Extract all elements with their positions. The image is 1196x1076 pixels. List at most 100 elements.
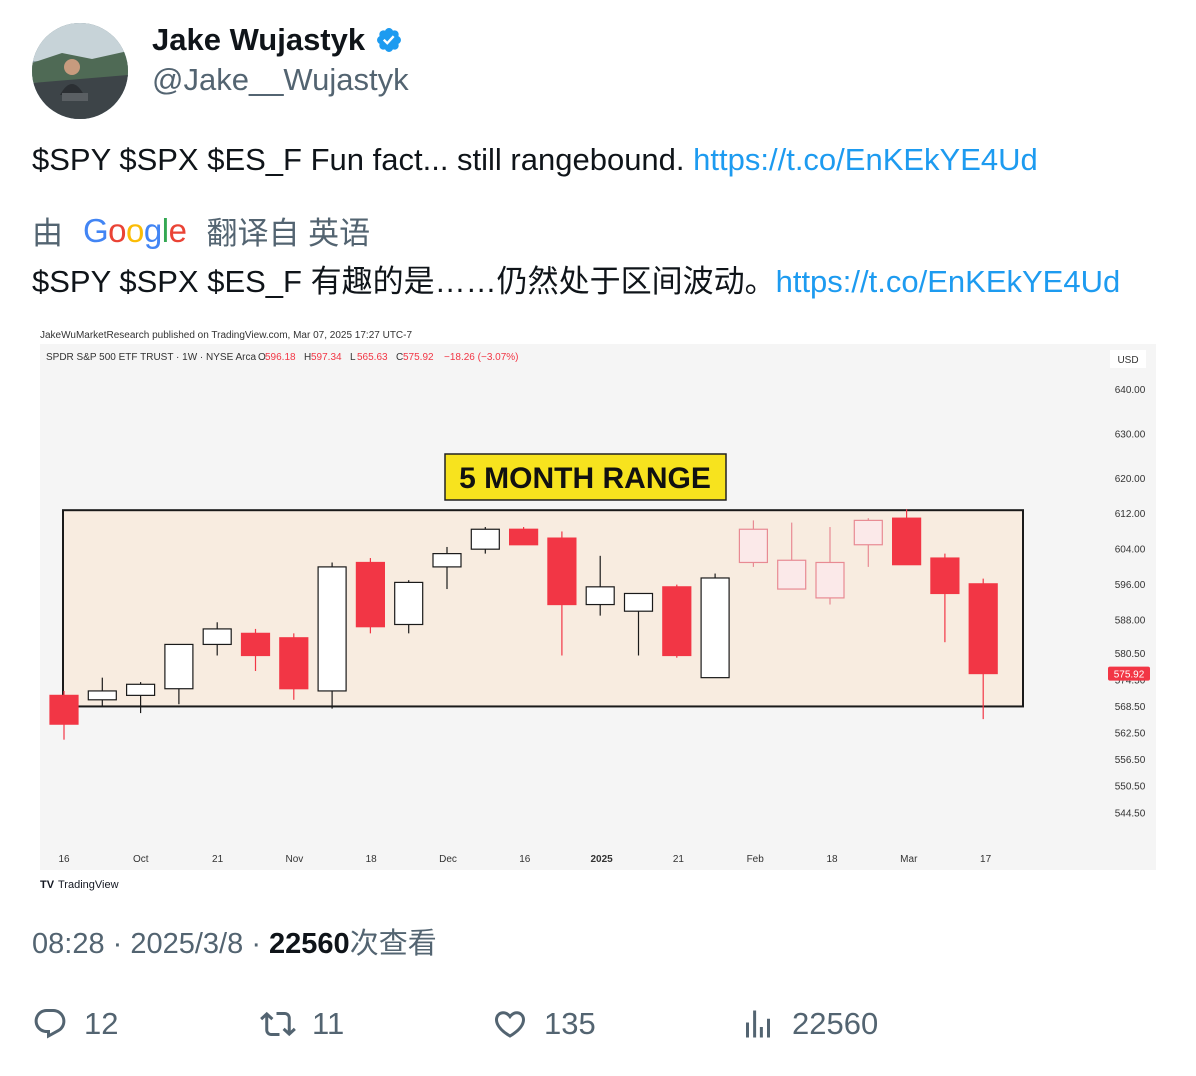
x-tick-label: 16 bbox=[519, 854, 531, 865]
y-tick-label: 630.00 bbox=[1115, 430, 1146, 441]
ohlc-value: 575.92 bbox=[403, 352, 434, 363]
y-tick-label: 596.00 bbox=[1115, 580, 1146, 591]
translation-by-label: 由 bbox=[32, 216, 63, 251]
ohlc-value: 597.34 bbox=[311, 352, 342, 363]
translation-attribution: 由 Google 翻译自 英语 bbox=[32, 208, 370, 253]
meta-sep: · bbox=[112, 928, 131, 960]
meta-sep: · bbox=[251, 928, 270, 960]
ohlc-value: 565.63 bbox=[357, 352, 388, 363]
avatar-image bbox=[32, 23, 128, 119]
tradingview-logo: TV TradingView bbox=[40, 879, 119, 891]
analytics-icon bbox=[746, 1010, 770, 1038]
candle-body bbox=[87, 690, 117, 701]
author-name[interactable]: Jake Wujastyk bbox=[152, 22, 365, 58]
y-tick-label: 568.50 bbox=[1115, 702, 1146, 713]
action-bar: 12 11 135 22560 bbox=[0, 1006, 1196, 1050]
candle-body bbox=[815, 561, 845, 599]
candle-body bbox=[279, 637, 309, 690]
reply-icon bbox=[34, 1009, 66, 1039]
candle-body bbox=[968, 583, 998, 675]
tweet-date[interactable]: 2025/3/8 bbox=[130, 928, 243, 960]
candle-body bbox=[700, 577, 730, 679]
like-count: 135 bbox=[544, 1006, 596, 1041]
candle-body bbox=[394, 581, 424, 626]
ohlc-change: −18.26 (−3.07%) bbox=[444, 352, 519, 363]
annotation-label: 5 MONTH RANGE bbox=[459, 462, 711, 495]
x-tick-label: 21 bbox=[212, 854, 224, 865]
x-tick-label: 21 bbox=[673, 854, 685, 865]
reply-button[interactable]: 12 bbox=[32, 1006, 118, 1042]
ohlc-value: 596.18 bbox=[265, 352, 296, 363]
candle-body bbox=[738, 528, 769, 564]
candle-body bbox=[355, 561, 385, 628]
currency-label: USD bbox=[1117, 355, 1138, 366]
candlestick-chart: JakeWuMarketResearch published on Tradin… bbox=[40, 330, 1156, 891]
retweet-count: 11 bbox=[312, 1006, 345, 1041]
views-count: 22560 bbox=[792, 1006, 879, 1041]
y-tick-label: 556.50 bbox=[1115, 755, 1146, 766]
candle-body bbox=[317, 566, 347, 692]
view-label: 次查看 bbox=[349, 928, 437, 960]
x-tick-label: 18 bbox=[826, 854, 838, 865]
tradingview-brand: TradingView bbox=[58, 879, 119, 891]
x-tick-label: 2025 bbox=[590, 854, 613, 865]
x-tick-label: 16 bbox=[58, 854, 70, 865]
candle-body bbox=[891, 517, 922, 566]
ohlc-key: L bbox=[350, 352, 356, 363]
author-name-row[interactable]: Jake Wujastyk bbox=[152, 22, 403, 58]
candle-body bbox=[509, 528, 539, 546]
candle-body bbox=[470, 528, 500, 550]
translated-body: $SPY $SPX $ES_F 有趣的是……仍然处于区间波动。 bbox=[32, 264, 776, 299]
x-tick-label: Oct bbox=[133, 854, 149, 865]
candle-body bbox=[49, 694, 79, 725]
tweet-time[interactable]: 08:28 bbox=[32, 928, 105, 960]
translated-text: $SPY $SPX $ES_F 有趣的是……仍然处于区间波动。https://t… bbox=[32, 256, 1120, 301]
last-price-label: 575.92 bbox=[1114, 670, 1145, 681]
publisher-line: JakeWuMarketResearch published on Tradin… bbox=[40, 330, 412, 341]
candle-body bbox=[240, 632, 271, 657]
candle-body bbox=[585, 586, 615, 606]
candle-body bbox=[547, 537, 577, 606]
candle-body bbox=[202, 628, 232, 646]
y-tick-label: 562.50 bbox=[1115, 729, 1146, 740]
avatar[interactable] bbox=[32, 23, 128, 119]
translated-link[interactable]: https://t.co/EnKEkYE4Ud bbox=[776, 264, 1121, 299]
symbol-line: SPDR S&P 500 ETF TRUST · 1W · NYSE Arca bbox=[46, 352, 256, 363]
candle-body bbox=[853, 519, 883, 546]
view-count: 22560 bbox=[269, 928, 350, 960]
y-tick-label: 580.50 bbox=[1115, 649, 1146, 660]
candle-body bbox=[432, 553, 462, 568]
x-tick-label: 17 bbox=[980, 854, 992, 865]
tweet-link[interactable]: https://t.co/EnKEkYE4Ud bbox=[693, 142, 1038, 177]
chart-image[interactable]: JakeWuMarketResearch published on Tradin… bbox=[38, 322, 1158, 894]
candle-body bbox=[125, 683, 156, 696]
y-tick-label: 620.00 bbox=[1115, 474, 1146, 485]
google-logo: Google bbox=[83, 211, 187, 249]
tweet-text: $SPY $SPX $ES_F Fun fact... still rangeb… bbox=[32, 142, 1038, 178]
views-button[interactable]: 22560 bbox=[740, 1006, 878, 1042]
candle-body bbox=[930, 557, 960, 595]
tradingview-logo-icon: TV bbox=[40, 879, 55, 891]
x-tick-label: Dec bbox=[439, 854, 457, 865]
y-tick-label: 550.50 bbox=[1115, 782, 1146, 793]
y-tick-label: 640.00 bbox=[1115, 385, 1146, 396]
y-tick-label: 612.00 bbox=[1115, 509, 1146, 520]
x-tick-label: Nov bbox=[286, 854, 304, 865]
like-button[interactable]: 135 bbox=[492, 1006, 596, 1042]
author-handle[interactable]: @Jake__Wujastyk bbox=[152, 62, 409, 98]
tweet-body: $SPY $SPX $ES_F Fun fact... still rangeb… bbox=[32, 142, 685, 177]
x-tick-label: 18 bbox=[366, 854, 378, 865]
candle-body bbox=[777, 559, 807, 590]
retweet-button[interactable]: 11 bbox=[260, 1006, 344, 1042]
retweet-icon bbox=[260, 1011, 296, 1037]
candle-body bbox=[662, 586, 692, 657]
candle-body bbox=[164, 643, 194, 690]
reply-count: 12 bbox=[84, 1006, 119, 1041]
candle-body bbox=[623, 592, 654, 612]
tweet-meta: 08:28 · 2025/3/8 · 22560次查看 bbox=[32, 920, 437, 962]
y-tick-label: 544.50 bbox=[1115, 808, 1146, 819]
translation-from-label[interactable]: 翻译自 英语 bbox=[206, 208, 370, 253]
x-tick-label: Feb bbox=[747, 854, 765, 865]
y-tick-label: 588.00 bbox=[1115, 616, 1146, 627]
verified-badge-icon bbox=[377, 28, 402, 52]
